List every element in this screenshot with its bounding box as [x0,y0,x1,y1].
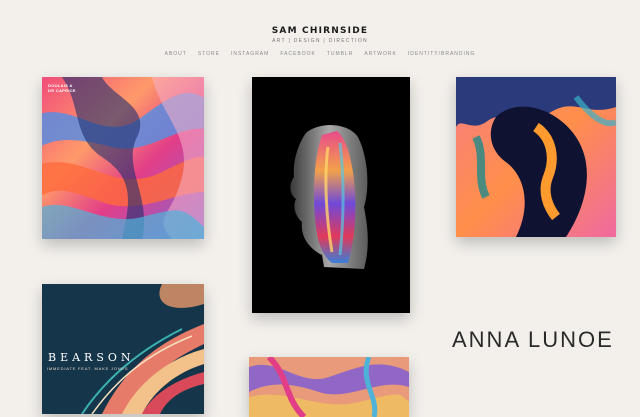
main-nav: ABOUT STORE INSTAGRAM FACEBOOK TUMBLR AR… [0,51,640,57]
nav-item-about[interactable]: ABOUT [165,51,187,57]
nav-item-facebook[interactable]: FACEBOOK [280,51,316,57]
nav-item-tumblr[interactable]: TUMBLR [327,51,354,57]
nav-item-artwork[interactable]: ARTWORK [364,51,396,57]
cover-text: DOULAIS & DR CAPRICE [48,83,76,93]
bearson-title: BEARSON [48,351,135,364]
nav-item-instagram[interactable]: INSTAGRAM [231,51,269,57]
site-title[interactable]: SAM CHIRNSIDE [0,26,640,36]
artwork-tile-color-waves[interactable] [249,357,409,417]
artwork-pink-swirl-image [42,77,204,239]
artwork-bearson-image [42,284,204,414]
artwork-tile-pink-swirl[interactable]: DOULAIS & DR CAPRICE [42,77,204,239]
artwork-tile-sculpture[interactable] [252,77,410,313]
site-tagline: ART | DESIGN | DIRECTION [272,38,368,44]
nav-item-store[interactable]: STORE [198,51,220,57]
anna-lunoe-logo[interactable]: ANNA LUNOE [452,327,614,353]
artwork-dark-plume-image [456,77,616,237]
bearson-subtitle: IMMEDIATE FEAT. MAKE JONES [47,366,129,371]
site-header: SAM CHIRNSIDE ART | DESIGN | DIRECTION [0,26,640,44]
nav-item-identity-branding[interactable]: IDENTITY/BRANDING [408,51,476,57]
artwork-sculpture-image [252,77,410,313]
artwork-color-waves-image [249,357,409,417]
artwork-tile-dark-plume[interactable] [456,77,616,237]
artwork-tile-bearson[interactable] [42,284,204,414]
